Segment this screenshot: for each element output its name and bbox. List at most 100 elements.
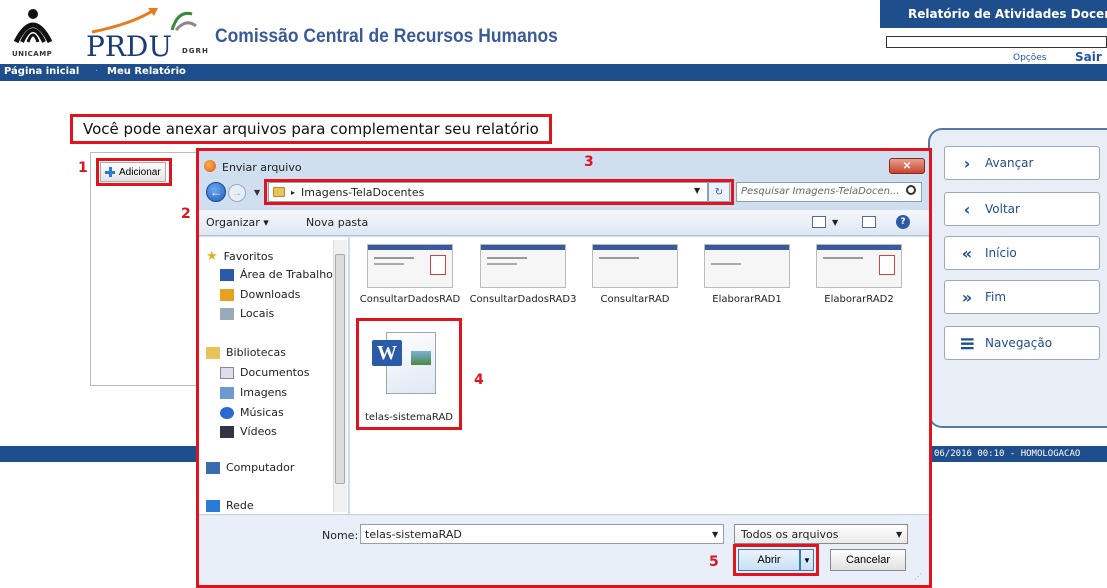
computer-icon xyxy=(206,461,220,474)
step-label-2: 2 xyxy=(181,206,191,222)
plus-icon xyxy=(105,167,115,177)
nav-network[interactable]: Rede xyxy=(206,499,254,512)
nav-home-link[interactable]: Página inicial xyxy=(4,66,79,77)
file-type-dropdown-icon[interactable]: ▼ xyxy=(896,530,902,539)
nav-favorites-label: Favoritos xyxy=(223,250,274,263)
navigation-button[interactable]: ≡ Navegação xyxy=(944,326,1100,360)
star-icon: ★ xyxy=(206,249,218,264)
file-type-select[interactable]: Todos os arquivos xyxy=(734,524,908,544)
cancel-button[interactable]: Cancelar xyxy=(830,549,906,571)
file-name: ConsultarDadosRAD3 xyxy=(469,294,577,305)
history-dropdown-icon[interactable]: ▼ xyxy=(254,188,260,197)
site-header: UNICAMP PRDU DGRH Comissão Central de Re… xyxy=(0,0,1107,64)
last-button[interactable]: » Fim xyxy=(944,280,1100,314)
documents-icon xyxy=(220,366,234,379)
nav-libraries[interactable]: Bibliotecas xyxy=(206,346,286,359)
refresh-icon: ↻ xyxy=(714,186,724,198)
app-title: Relatório de Atividades Docente xyxy=(908,7,1107,21)
step-label-5: 5 xyxy=(709,554,719,570)
image-thumbnail-icon xyxy=(816,244,902,288)
file-item[interactable]: ConsultarDadosRAD xyxy=(355,244,465,306)
double-chevron-left-icon: « xyxy=(961,243,973,263)
refresh-button[interactable]: ↻ xyxy=(708,182,730,202)
nav-desktop-label: Área de Trabalho xyxy=(240,268,333,281)
search-input[interactable]: Pesquisar Imagens-TelaDocen... xyxy=(736,182,922,202)
arrow-left-icon: ← xyxy=(210,185,222,199)
new-folder-button[interactable]: Nova pasta xyxy=(306,216,368,229)
file-item[interactable]: ConsultarDadosRAD3 xyxy=(468,244,578,306)
org-title: Comissão Central de Recursos Humanos xyxy=(215,26,558,47)
navigation-button-label: Navegação xyxy=(985,336,1053,350)
arrow-right-icon: → xyxy=(232,187,242,199)
nav-videos[interactable]: Vídeos xyxy=(220,425,277,438)
file-item[interactable]: ElaborarRAD2 xyxy=(804,244,914,306)
word-document-icon: W xyxy=(372,328,438,398)
nav-favorites[interactable]: ★ Favoritos xyxy=(206,249,273,264)
back-button-label: Voltar xyxy=(985,202,1020,216)
downloads-icon xyxy=(220,288,234,301)
help-icon[interactable]: ? xyxy=(896,215,910,229)
file-item[interactable]: ElaborarRAD1 xyxy=(692,244,802,306)
address-dropdown-icon[interactable]: ▼ xyxy=(694,186,700,195)
footer-status-text: 06/2016 00:10 - HOMOLOGACAO xyxy=(934,449,1081,459)
file-name: ElaborarRAD1 xyxy=(712,294,782,305)
unicamp-logo[interactable]: UNICAMP xyxy=(10,4,68,60)
image-thumbnail-icon xyxy=(480,244,566,288)
attachments-panel xyxy=(90,152,202,386)
view-dropdown-icon[interactable]: ▼ xyxy=(832,218,838,227)
add-file-button-label: Adicionar xyxy=(119,166,161,178)
nav-separator: · xyxy=(95,66,99,77)
videos-icon xyxy=(220,425,234,438)
add-file-button[interactable]: Adicionar xyxy=(100,162,166,182)
open-options-dropdown[interactable]: ▼ xyxy=(800,549,814,571)
step-label-3: 3 xyxy=(584,154,594,170)
options-link[interactable]: Opções xyxy=(1013,53,1046,63)
filename-label: Nome: xyxy=(322,529,359,542)
open-button[interactable]: Abrir xyxy=(738,549,800,571)
resize-grip-icon[interactable]: ⋰ xyxy=(914,572,922,581)
file-name: ConsultarDadosRAD xyxy=(359,294,461,305)
nav-music[interactable]: Músicas xyxy=(220,406,284,419)
chevron-right-icon: › xyxy=(963,153,971,173)
images-icon xyxy=(220,386,234,399)
folder-icon xyxy=(273,187,285,197)
image-thumbnail-icon xyxy=(592,244,678,288)
unicamp-emblem-icon xyxy=(13,9,53,44)
file-item[interactable]: ConsultarRAD xyxy=(580,244,690,306)
chevron-left-icon: ‹ xyxy=(963,199,971,219)
view-mode-icon[interactable] xyxy=(812,216,826,228)
filename-input[interactable]: telas-sistemaRAD xyxy=(360,524,724,544)
nav-images[interactable]: Imagens xyxy=(220,386,287,399)
next-button[interactable]: › Avançar xyxy=(944,146,1100,180)
nav-images-label: Imagens xyxy=(240,386,288,399)
dialog-close-button[interactable]: ✕ xyxy=(889,158,925,174)
preview-pane-icon[interactable] xyxy=(862,216,876,228)
nav-desktop[interactable]: Área de Trabalho xyxy=(220,268,333,281)
prdu-logo[interactable]: PRDU DGRH xyxy=(82,4,208,63)
image-thumbnail-icon xyxy=(704,244,790,288)
dialog-forward-button[interactable]: → xyxy=(228,184,246,202)
menu-icon: ≡ xyxy=(959,331,976,355)
music-icon xyxy=(220,406,234,419)
dialog-back-button[interactable]: ← xyxy=(206,182,226,202)
file-name: ConsultarRAD xyxy=(600,294,670,305)
nav-places[interactable]: Locais xyxy=(220,307,274,320)
nav-music-label: Músicas xyxy=(240,406,284,419)
organize-menu[interactable]: Organizar ▾ xyxy=(206,216,269,229)
nav-documents[interactable]: Documentos xyxy=(220,366,309,379)
filename-dropdown-icon[interactable]: ▼ xyxy=(712,530,718,539)
nav-pane-scroll-thumb[interactable] xyxy=(335,254,345,484)
nav-my-report-link[interactable]: Meu Relatório xyxy=(107,66,186,77)
search-icon[interactable] xyxy=(906,185,916,195)
nav-downloads[interactable]: Downloads xyxy=(220,288,300,301)
nav-videos-label: Vídeos xyxy=(240,425,277,438)
first-button-label: Início xyxy=(985,246,1017,260)
address-bar[interactable]: ▸ Imagens-TelaDocentes xyxy=(268,182,708,202)
first-button[interactable]: « Início xyxy=(944,236,1100,270)
logout-link[interactable]: Sair xyxy=(1075,50,1102,64)
file-name: ElaborarRAD2 xyxy=(824,294,894,305)
libraries-icon xyxy=(206,346,220,359)
step-label-4: 4 xyxy=(474,372,484,388)
back-button[interactable]: ‹ Voltar xyxy=(944,192,1100,226)
nav-computer[interactable]: Computador xyxy=(206,461,294,474)
